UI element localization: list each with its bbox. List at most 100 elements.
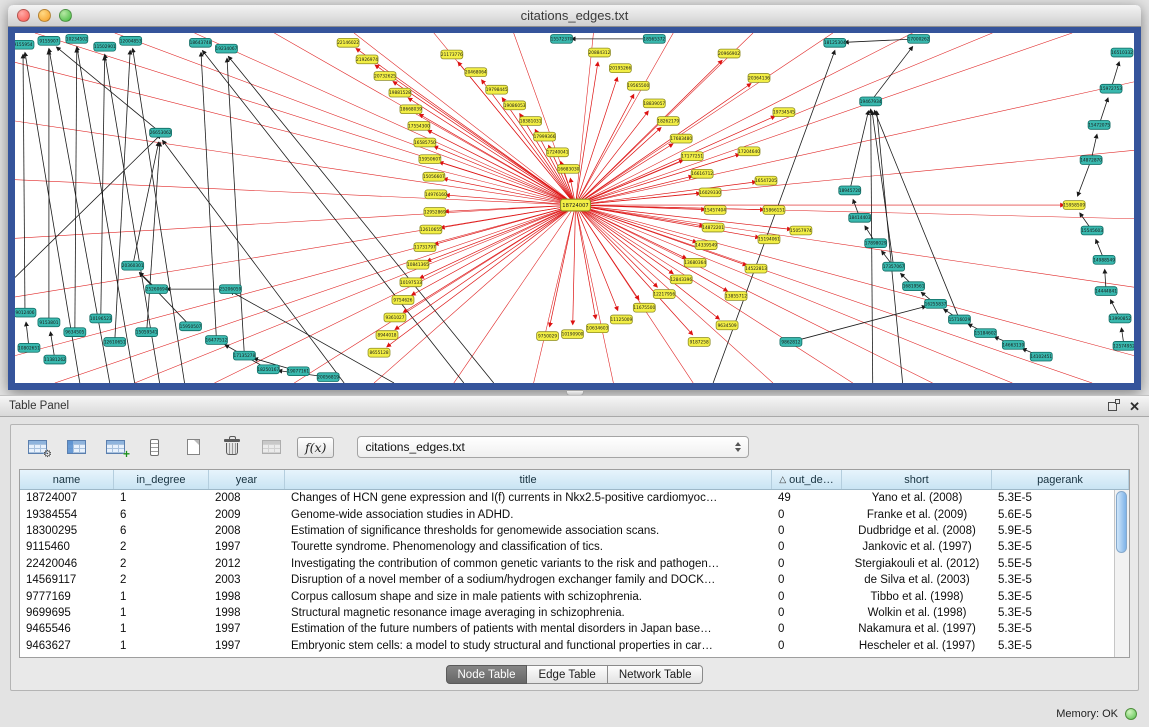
graph-node[interactable]: 19467934 — [860, 97, 882, 106]
cell-pagerank[interactable]: 5.3E-5 — [992, 541, 1129, 553]
function-builder-button[interactable]: f(x) — [297, 437, 334, 458]
graph-node[interactable]: 9187258 — [688, 338, 710, 347]
graph-node[interactable]: 8944018 — [376, 331, 398, 340]
table-row[interactable]: 946362711997Embryonic stem cells: a mode… — [20, 638, 1129, 654]
table-row[interactable]: 1456911722003Disruption of a novel membe… — [20, 572, 1129, 588]
graph-node[interactable]: 13680364 — [684, 258, 706, 267]
graph-node[interactable]: 18945720 — [839, 186, 861, 195]
tab-network-table[interactable]: Network Table — [608, 665, 704, 684]
column-header-in_degree[interactable]: in_degree — [114, 470, 209, 489]
cell-year[interactable]: 1997 — [209, 541, 285, 553]
graph-node[interactable]: 18250167 — [257, 365, 279, 374]
graph-node[interactable]: 14663139 — [1002, 340, 1024, 349]
column-header-year[interactable]: year — [209, 470, 285, 489]
graph-node[interactable]: 19077161 — [287, 367, 309, 376]
graph-node[interactable]: 19734545 — [773, 108, 795, 117]
graph-node[interactable]: 18414403 — [849, 213, 871, 222]
graph-node[interactable]: 18643748 — [190, 38, 212, 47]
graph-node[interactable]: 14976160 — [425, 190, 447, 199]
graph-node[interactable]: 9634505 — [64, 328, 86, 337]
window-minimize-button[interactable] — [38, 9, 51, 22]
column-header-title[interactable]: title — [285, 470, 772, 489]
graph-node[interactable]: 20966902 — [718, 49, 740, 58]
graph-node[interactable]: 16683030 — [558, 164, 580, 173]
cell-year[interactable]: 1997 — [209, 640, 285, 652]
graph-node[interactable]: 10634603 — [586, 324, 608, 333]
cell-in_degree[interactable]: 2 — [114, 574, 209, 586]
graph-node[interactable]: 9634509 — [716, 321, 738, 330]
cell-name[interactable]: 9115460 — [20, 541, 114, 553]
cell-short[interactable]: Nakamura et al. (1997) — [842, 623, 992, 635]
graph-node[interactable]: 17898029 — [865, 239, 887, 248]
graph-node[interactable]: 17999366 — [534, 132, 556, 141]
cell-name[interactable]: 14569117 — [20, 574, 114, 586]
graph-node[interactable]: 20195266 — [609, 64, 631, 73]
graph-node[interactable]: 15972753 — [1100, 84, 1122, 93]
cell-pagerank[interactable]: 5.3E-5 — [992, 591, 1129, 603]
cell-out_de[interactable]: 0 — [772, 574, 842, 586]
cell-out_de[interactable]: 0 — [772, 640, 842, 652]
table-row[interactable]: 969969511998Structural magnetic resonanc… — [20, 605, 1129, 621]
graph-node[interactable]: 17000262 — [908, 34, 930, 43]
cell-out_de[interactable]: 0 — [772, 541, 842, 553]
show-columns-icon[interactable] — [63, 435, 89, 459]
graph-node[interactable]: 19881528 — [389, 88, 411, 97]
graph-node[interactable]: 18262179 — [657, 117, 679, 126]
cell-year[interactable]: 1998 — [209, 591, 285, 603]
graph-node[interactable]: 14522813 — [745, 264, 767, 273]
window-close-button[interactable] — [17, 9, 30, 22]
cell-title[interactable]: Estimation of the future numbers of pati… — [285, 623, 772, 635]
graph-node[interactable]: 20732625 — [374, 72, 396, 81]
graph-node[interactable]: 18668039 — [400, 105, 422, 114]
cell-title[interactable]: Embryonic stem cells: a model to study s… — [285, 640, 772, 652]
graph-node[interactable]: 15716029 — [948, 315, 970, 324]
graph-node[interactable]: 16819561 — [903, 282, 925, 291]
column-header-out_de[interactable]: △out_de… — [772, 470, 842, 489]
cell-year[interactable]: 2009 — [209, 509, 285, 521]
cell-out_de[interactable]: 0 — [772, 607, 842, 619]
graph-node[interactable]: 14339549 — [695, 241, 717, 250]
graph-node[interactable]: 15184602 — [974, 329, 996, 338]
graph-node[interactable]: 10196523 — [90, 314, 112, 323]
delete-table-icon[interactable] — [219, 435, 245, 459]
graph-node[interactable]: 17135278 — [233, 351, 255, 360]
cell-in_degree[interactable]: 6 — [114, 509, 209, 521]
graph-node[interactable]: 10802651 — [18, 343, 40, 352]
cell-name[interactable]: 18300295 — [20, 525, 114, 537]
graph-node[interactable]: 21173776 — [441, 50, 463, 59]
cell-short[interactable]: Franke et al. (2009) — [842, 509, 992, 521]
graph-node[interactable]: 9750029 — [537, 332, 559, 341]
graph-node[interactable]: 9361027 — [384, 313, 406, 322]
graph-node[interactable]: 17554300 — [408, 121, 430, 130]
cell-year[interactable]: 2008 — [209, 525, 285, 537]
cell-title[interactable]: Corpus callosum shape and size in male p… — [285, 591, 772, 603]
cell-in_degree[interactable]: 1 — [114, 607, 209, 619]
graph-node[interactable]: 16029330 — [699, 188, 721, 197]
graph-node[interactable]: 18381031 — [520, 117, 542, 126]
graph-node[interactable]: 22146022 — [337, 38, 359, 47]
tab-node-table[interactable]: Node Table — [446, 665, 528, 684]
cell-pagerank[interactable]: 5.3E-5 — [992, 607, 1129, 619]
graph-node[interactable]: 25206059 — [219, 285, 241, 294]
graph-node[interactable]: 15950607 — [419, 155, 441, 164]
window-titlebar[interactable]: citations_edges.txt — [8, 5, 1141, 27]
graph-node[interactable]: 19234067 — [215, 44, 237, 53]
graph-node[interactable]: 11731797 — [414, 243, 436, 252]
cell-name[interactable]: 9465546 — [20, 623, 114, 635]
cell-out_de[interactable]: 0 — [772, 591, 842, 603]
cell-title[interactable]: Changes of HCN gene expression and I(f) … — [285, 492, 772, 504]
cell-pagerank[interactable]: 5.6E-5 — [992, 509, 1129, 521]
cell-in_degree[interactable]: 2 — [114, 541, 209, 553]
graph-node[interactable]: 17683480 — [670, 134, 692, 143]
graph-node[interactable]: 11125009 — [610, 315, 632, 324]
graph-node[interactable]: 13990852 — [1109, 314, 1131, 323]
cell-short[interactable]: Wolkin et al. (1998) — [842, 607, 992, 619]
graph-node[interactable]: 16547205 — [755, 176, 777, 185]
graph-node[interactable]: 10841365 — [407, 260, 429, 269]
cell-name[interactable]: 9699695 — [20, 607, 114, 619]
graph-node[interactable]: 12610651 — [104, 338, 126, 347]
modify-table-icon[interactable]: ⚙ — [24, 435, 50, 459]
graph-node[interactable]: 20364136 — [748, 74, 770, 83]
cell-short[interactable]: Dudbridge et al. (2008) — [842, 525, 992, 537]
table-row[interactable]: 1830029562008Estimation of significance … — [20, 523, 1129, 539]
